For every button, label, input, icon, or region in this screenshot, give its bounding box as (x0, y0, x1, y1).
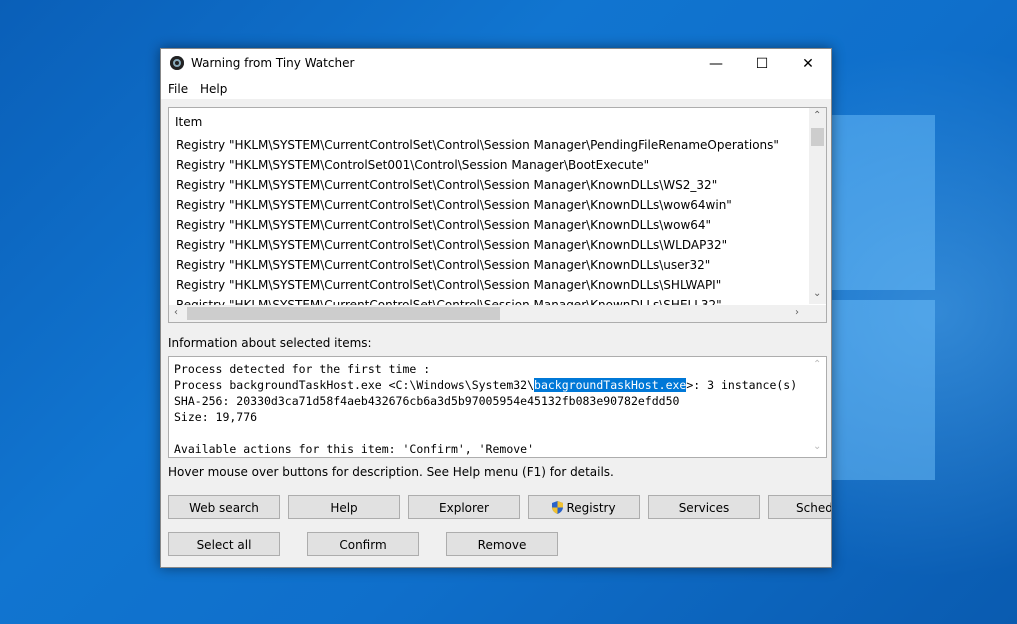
help-button[interactable]: Help (288, 495, 400, 519)
info-textbox[interactable]: Process detected for the first time : Pr… (168, 356, 827, 458)
scroll-up-icon[interactable]: ⌃ (813, 359, 821, 370)
info-sha256: SHA-256: 20330d3ca71d58f4aeb432676cb6a3d… (174, 394, 680, 408)
list-horizontal-scroll-thumb[interactable] (187, 307, 500, 320)
info-process-suffix: >: 3 instance(s) (686, 378, 798, 392)
select-all-button[interactable]: Select all (168, 532, 280, 556)
remove-button[interactable]: Remove (446, 532, 558, 556)
info-line-first-time: Process detected for the first time : (174, 362, 431, 376)
scroll-down-icon[interactable]: ⌄ (813, 441, 821, 452)
close-button[interactable]: ✕ (785, 49, 831, 79)
selected-text[interactable]: backgroundTaskHost.exe (534, 378, 687, 392)
menu-bar: File Help (161, 79, 831, 99)
web-search-button[interactable]: Web search (168, 495, 280, 519)
scroll-up-icon[interactable]: ⌃ (813, 110, 821, 121)
list-item[interactable]: Registry "HKLM\SYSTEM\CurrentControlSet\… (176, 195, 806, 215)
hint-text: Hover mouse over buttons for description… (168, 465, 614, 479)
uac-shield-icon (552, 501, 564, 514)
scroll-down-icon[interactable]: ⌄ (813, 288, 821, 299)
services-button[interactable]: Services (648, 495, 760, 519)
title-bar: Warning from Tiny Watcher — ☐ ✕ (161, 49, 831, 79)
windows-logo-icon (820, 115, 1017, 495)
list-item[interactable]: Registry "HKLM\SYSTEM\ControlSet001\Cont… (176, 155, 806, 175)
list-item[interactable]: Registry "HKLM\SYSTEM\CurrentControlSet\… (176, 135, 806, 155)
info-text[interactable]: Process detected for the first time : Pr… (174, 361, 797, 457)
info-size: Size: 19,776 (174, 410, 258, 424)
list-vertical-scroll-thumb[interactable] (811, 128, 824, 146)
window-title: Warning from Tiny Watcher (191, 56, 355, 70)
maximize-button[interactable]: ☐ (739, 49, 785, 79)
minimize-button[interactable]: — (693, 49, 739, 79)
explorer-button[interactable]: Explorer (408, 495, 520, 519)
scroll-left-icon[interactable]: ‹ (174, 307, 178, 318)
list-item[interactable]: Registry "HKLM\SYSTEM\CurrentControlSet\… (176, 215, 806, 235)
info-label: Information about selected items: (168, 336, 372, 350)
registry-button-label: Registry (566, 501, 616, 515)
list-vertical-scrollbar[interactable]: ⌃ ⌄ (809, 108, 826, 304)
list-item[interactable]: Registry "HKLM\SYSTEM\CurrentControlSet\… (176, 275, 806, 295)
confirm-button[interactable]: Confirm (307, 532, 419, 556)
list-item[interactable]: Registry "HKLM\SYSTEM\CurrentControlSet\… (176, 255, 806, 275)
tiny-watcher-window: Warning from Tiny Watcher — ☐ ✕ File Hel… (160, 48, 832, 568)
items-list[interactable]: Item Registry "HKLM\SYSTEM\CurrentContro… (168, 107, 827, 323)
registry-button[interactable]: Registry (528, 495, 640, 519)
menu-file[interactable]: File (168, 82, 188, 96)
scheduler-button[interactable]: Sched (768, 495, 831, 519)
list-rows: Registry "HKLM\SYSTEM\CurrentControlSet\… (176, 135, 806, 315)
list-item[interactable]: Registry "HKLM\SYSTEM\CurrentControlSet\… (176, 175, 806, 195)
list-item[interactable]: Registry "HKLM\SYSTEM\CurrentControlSet\… (176, 235, 806, 255)
list-header-item[interactable]: Item (175, 115, 202, 129)
list-horizontal-scrollbar[interactable]: ‹ › (169, 305, 809, 322)
menu-help[interactable]: Help (200, 82, 227, 96)
info-vertical-scrollbar[interactable]: ⌃ ⌄ (809, 357, 826, 457)
scrollbar-corner (809, 305, 826, 322)
app-icon (170, 56, 184, 70)
info-available-actions: Available actions for this item: 'Confir… (174, 442, 535, 456)
info-process-prefix: Process backgroundTaskHost.exe <C:\Windo… (174, 378, 535, 392)
scroll-right-icon[interactable]: › (795, 307, 799, 318)
